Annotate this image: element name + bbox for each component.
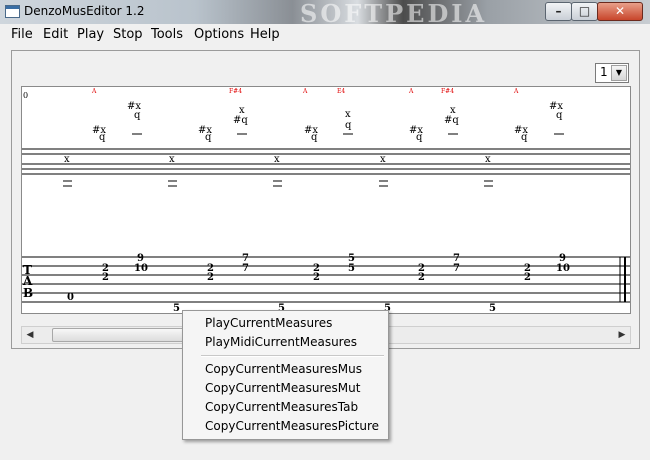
scroll-thumb[interactable]	[52, 328, 184, 342]
ctx-copy-current-measures-picture[interactable]: CopyCurrentMeasuresPicture	[205, 419, 379, 433]
music-staff	[22, 148, 630, 175]
note-symbol: x	[169, 154, 175, 165]
chord-name: E4	[337, 88, 345, 95]
note-symbol: q	[99, 132, 106, 143]
note-symbol: q	[205, 132, 212, 143]
tab-number: 2	[102, 272, 109, 283]
upper-notes: #x q #x q x #q #x q x q #x q x #q #x q #…	[92, 101, 563, 143]
note-symbol: q	[556, 110, 563, 121]
ctx-copy-current-measures-tab[interactable]: CopyCurrentMeasuresTab	[205, 400, 358, 414]
chord-name: A	[302, 88, 308, 95]
scroll-right-icon[interactable]: ▶	[614, 327, 630, 343]
chord-name: F#4	[229, 88, 242, 95]
ctx-play-midi-current-measures[interactable]: PlayMidiCurrentMeasures	[205, 335, 357, 349]
tab-number: 2	[418, 272, 425, 283]
tab-number: 10	[134, 263, 148, 274]
menu-help[interactable]: Help	[250, 27, 280, 42]
tab-number: 5	[173, 303, 180, 313]
note-symbol: #q	[444, 115, 459, 126]
note-symbol: q	[311, 132, 318, 143]
measure-select-value: 1	[600, 65, 608, 79]
menu-bar: File Edit Play Stop Tools Options Help	[0, 24, 650, 46]
staff-notes: x x x x x	[64, 154, 491, 165]
note-symbol: #q	[233, 115, 248, 126]
tab-number: 5	[489, 303, 496, 313]
menu-edit[interactable]: Edit	[43, 27, 68, 42]
note-symbol: x	[274, 154, 280, 165]
tab-clef-letter: B	[23, 286, 33, 300]
app-icon[interactable]	[5, 5, 20, 18]
close-button[interactable]: ✕	[597, 2, 643, 21]
chord-name: A	[91, 88, 97, 95]
maximize-button[interactable]: □	[571, 2, 598, 21]
context-menu: PlayCurrentMeasures PlayMidiCurrentMeasu…	[182, 310, 389, 440]
ctx-copy-current-measures-mut[interactable]: CopyCurrentMeasuresMut	[205, 381, 360, 395]
score-start-label: 0	[23, 91, 28, 100]
chord-name: F#4	[441, 88, 454, 95]
menu-tools[interactable]: Tools	[151, 27, 183, 42]
minimize-button[interactable]: –	[545, 2, 572, 21]
window-title: DenzoMusEditor 1.2	[24, 4, 145, 18]
tab-number: 5	[348, 263, 355, 274]
note-symbol: x	[345, 109, 351, 120]
note-symbol: q	[416, 132, 423, 143]
tab-clef: T A B	[22, 263, 33, 300]
ctx-copy-current-measures-mus[interactable]: CopyCurrentMeasuresMus	[205, 362, 362, 376]
lower-ledgers	[63, 180, 493, 187]
tab-staff	[22, 256, 630, 303]
note-symbol: q	[345, 120, 352, 131]
score-canvas[interactable]: 0 A F#4 A E4 A F#4 A #x q #x q x #q #x q…	[21, 86, 631, 314]
menu-file[interactable]: File	[11, 27, 33, 42]
minimize-icon: –	[555, 4, 562, 18]
measure-select[interactable]: 1 ▼	[595, 63, 629, 83]
chevron-down-icon[interactable]: ▼	[611, 65, 627, 81]
menu-options[interactable]: Options	[194, 27, 244, 42]
note-symbol: x	[64, 154, 70, 165]
score-svg: 0 A F#4 A E4 A F#4 A #x q #x q x #q #x q…	[22, 88, 630, 314]
tab-number: 2	[313, 272, 320, 283]
tab-numbers: 0 2 2 9 10 5 2 2 7 7 5 2 2 5 5 5 2 2 7 7	[67, 253, 570, 314]
menu-stop[interactable]: Stop	[113, 27, 143, 42]
chord-name: A	[408, 88, 414, 95]
note-symbol: x	[485, 154, 491, 165]
close-icon: ✕	[614, 4, 626, 18]
note-symbol: x	[380, 154, 386, 165]
ctx-play-current-measures[interactable]: PlayCurrentMeasures	[205, 316, 332, 330]
tab-number: 7	[453, 263, 460, 274]
title-bar[interactable]: DenzoMusEditor 1.2 SOFTPEDIA – □ ✕	[0, 0, 650, 28]
menu-separator	[201, 355, 384, 357]
menu-play[interactable]: Play	[77, 27, 104, 42]
note-symbol: q	[134, 110, 141, 121]
tab-number: 10	[556, 263, 570, 274]
tab-number: 0	[67, 292, 74, 303]
chord-name: A	[513, 88, 519, 95]
tab-number: 2	[524, 272, 531, 283]
tab-number: 2	[207, 272, 214, 283]
scroll-left-icon[interactable]: ◀	[22, 327, 38, 343]
tab-number: 7	[242, 263, 249, 274]
maximize-icon: □	[578, 4, 591, 18]
app-window: DenzoMusEditor 1.2 SOFTPEDIA – □ ✕ File …	[0, 0, 650, 460]
note-symbol: q	[521, 132, 528, 143]
